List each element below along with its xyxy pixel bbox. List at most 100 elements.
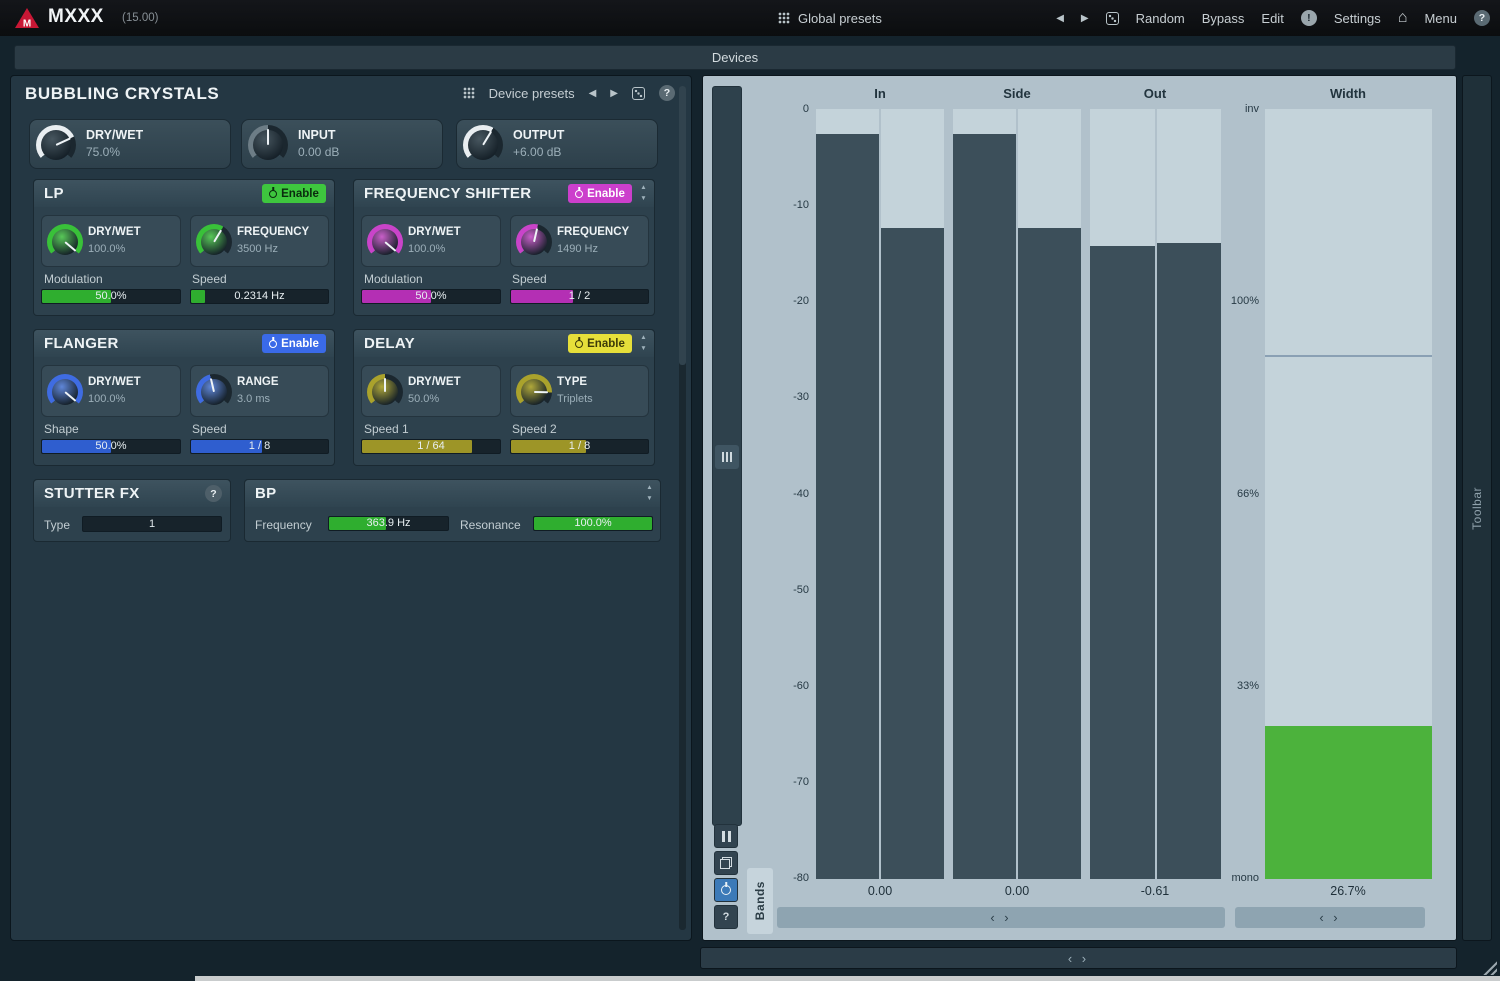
param-value: 363.9 Hz [329,517,448,530]
param-bar[interactable]: 1 / 64 [361,439,501,454]
menu-button[interactable]: Menu [1424,11,1457,26]
edit-button[interactable]: Edit [1261,11,1283,26]
db-tick: -60 [793,680,809,692]
panel-scrollbar[interactable]: ‹ › [700,947,1457,969]
param-label: Speed [192,272,227,286]
dry-wet-knob[interactable] [367,224,403,260]
knob-value: Triplets [557,393,593,405]
pause-icon [722,831,731,842]
settings-button[interactable]: Settings [1334,11,1381,26]
module-header[interactable]: FREQUENCY SHIFTER Enable ▲ ▼ [354,180,654,207]
module-spinner[interactable]: ▲ ▼ [637,332,650,354]
module-header[interactable]: STUTTER FX ? [34,480,230,507]
pause-button[interactable] [714,824,738,848]
meter-display-button[interactable] [715,445,739,469]
input-knob[interactable] [248,125,288,165]
param-bar[interactable]: 50.0% [41,439,181,454]
next-preset-button[interactable]: ▶ [1081,13,1089,24]
help-icon[interactable]: ? [659,85,675,101]
meter-fill [881,228,944,879]
knob-value: 3500 Hz [237,243,278,255]
param-bar[interactable]: 363.9 Hz [328,516,449,531]
help-button[interactable]: ? [714,905,738,929]
next-device-preset-button[interactable]: ▶ [610,88,618,99]
meter-header-in: In [830,86,930,101]
spinner-down-icon[interactable]: ▼ [643,493,656,504]
enable-button[interactable]: Enable [262,184,326,203]
frequency-knob[interactable] [516,224,552,260]
dry-wet-knob[interactable] [47,374,83,410]
meter-scrollbar[interactable]: ‹ › [777,907,1225,928]
windows-button[interactable] [714,851,738,875]
home-icon[interactable]: ⌂ [1398,9,1408,27]
module-spinner[interactable]: ▲ ▼ [637,182,650,204]
spinner-down-icon[interactable]: ▼ [637,193,650,204]
spinner-up-icon[interactable]: ▲ [637,332,650,343]
tab-devices[interactable]: Devices [14,45,1456,70]
module-header[interactable]: FLANGER Enable [34,330,334,357]
power-button[interactable] [714,878,738,902]
device-panel: BUBBLING CRYSTALS Device presets ◀ ▶ ? D… [10,75,692,941]
module-spinner[interactable]: ▲ ▼ [643,482,656,504]
dry-wet-knob[interactable] [36,125,76,165]
module-title: DELAY [364,330,415,357]
module-header[interactable]: DELAY Enable ▲ ▼ [354,330,654,357]
meter-out [1090,109,1221,879]
param-bar[interactable]: 1 / 8 [510,439,649,454]
toolbar-tab[interactable]: Toolbar [1462,75,1492,941]
range-knob[interactable] [196,374,232,410]
width-scrollbar[interactable]: ‹ › [1235,907,1425,928]
prev-preset-button[interactable]: ◀ [1056,13,1064,24]
module-stutter-fx: STUTTER FX ? Type 1 [33,479,231,542]
help-icon[interactable]: ? [205,485,222,502]
random-button[interactable]: Random [1136,11,1185,26]
width-tick: 33% [1237,680,1259,692]
width-scale: inv 100% 66% 33% mono [1217,103,1259,884]
meter-fill [816,134,879,879]
resize-grip[interactable] [1481,959,1497,975]
param-label: Frequency [255,518,312,532]
param-bar[interactable]: 50.0% [361,289,501,304]
random-preset-icon[interactable] [1106,12,1119,25]
enable-button[interactable]: Enable [262,334,326,353]
param-bar[interactable]: 100.0% [533,516,653,531]
param-bar[interactable]: 50.0% [41,289,181,304]
spinner-down-icon[interactable]: ▼ [637,343,650,354]
spinner-up-icon[interactable]: ▲ [643,482,656,493]
global-presets-button[interactable]: Global presets [778,0,882,36]
enable-button[interactable]: Enable [568,184,632,203]
knob-value: 100.0% [88,243,125,255]
knob-cell: RANGE 3.0 ms [190,365,329,417]
param-bar[interactable]: 1 / 2 [510,289,649,304]
help-icon[interactable]: ? [1474,10,1490,26]
type-knob[interactable] [516,374,552,410]
frequency-knob[interactable] [196,224,232,260]
alert-icon[interactable]: ! [1301,10,1317,26]
prev-device-preset-button[interactable]: ◀ [589,88,597,99]
bands-tab-label: Bands [753,881,767,920]
spinner-up-icon[interactable]: ▲ [637,182,650,193]
devices-tab-label: Devices [712,50,758,65]
enable-button[interactable]: Enable [568,334,632,353]
dry-wet-knob[interactable] [47,224,83,260]
device-panel-scrollbar[interactable] [679,86,686,930]
display-range-slider[interactable] [712,86,742,826]
param-bar[interactable]: 0.2314 Hz [190,289,329,304]
scrollbar-thumb[interactable] [679,86,686,365]
random-device-preset-icon[interactable] [632,87,645,100]
meter-bar [881,109,944,879]
module-header[interactable]: BP ▲ ▼ [245,480,660,507]
knob-label: DRY/WET [86,128,143,142]
param-bar[interactable]: 1 / 8 [190,439,329,454]
param-value: 1 / 64 [362,440,500,453]
db-tick: -30 [793,391,809,403]
module-header[interactable]: LP Enable [34,180,334,207]
device-presets-button[interactable]: Device presets [489,86,575,101]
knob-label: DRY/WET [408,226,461,238]
knob-label: INPUT [298,128,336,142]
dry-wet-knob[interactable] [367,374,403,410]
type-field[interactable]: 1 [82,516,222,532]
output-knob[interactable] [463,125,503,165]
title-bar: M MXXX (15.00) Global presets ◀ ▶ Random… [0,0,1500,36]
bypass-button[interactable]: Bypass [1202,11,1245,26]
